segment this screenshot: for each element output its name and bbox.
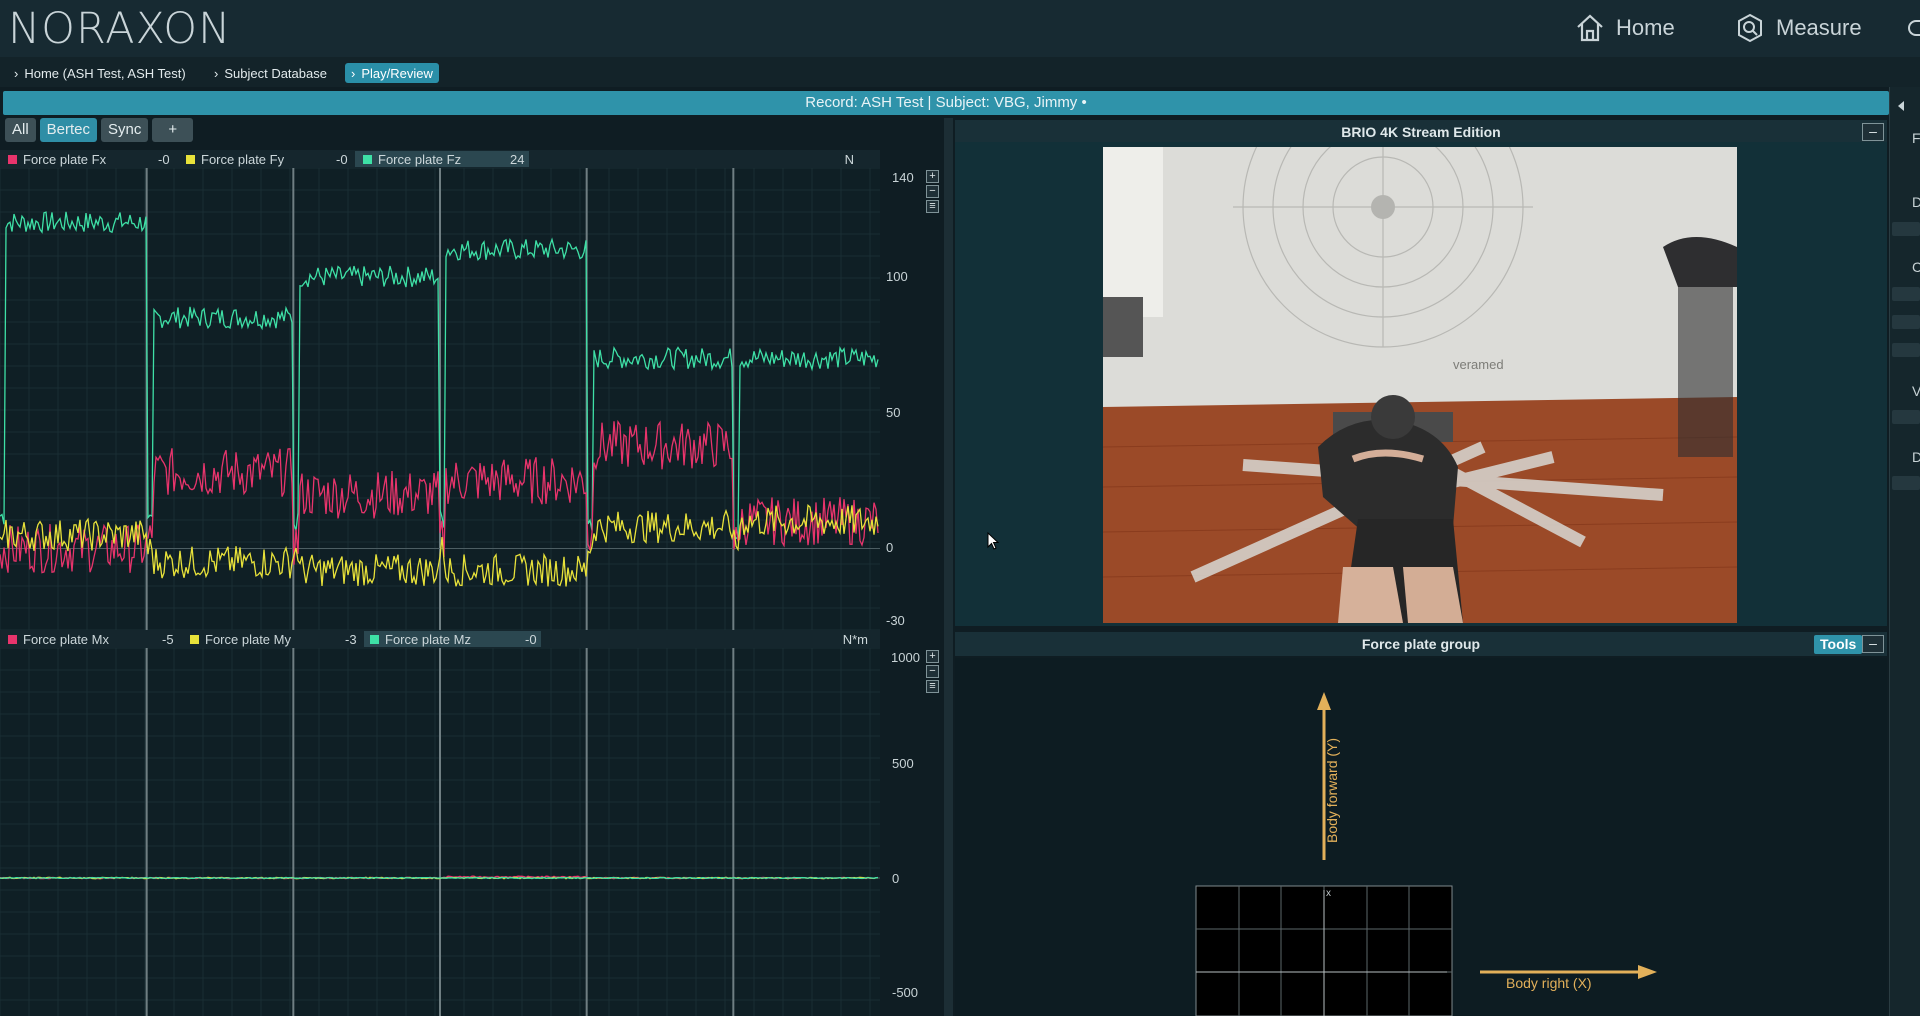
collapse-arrow-icon[interactable] <box>1898 101 1904 111</box>
y-tick: 500 <box>892 756 914 771</box>
moment-y-axis: 1000 500 0 -500 <box>880 648 944 1016</box>
right-panel-field[interactable] <box>1892 287 1920 301</box>
zoom-fit-button[interactable]: ≡ <box>926 200 939 213</box>
all-button[interactable]: All <box>5 118 36 142</box>
legend-value-mx: -5 <box>162 632 174 647</box>
breadcrumb-subject-database[interactable]: › Subject Database <box>208 63 333 83</box>
minimize-button[interactable]: – <box>1862 123 1884 141</box>
bertec-button[interactable]: Bertec <box>39 118 98 142</box>
add-tab-button[interactable]: + <box>152 118 194 142</box>
sync-button[interactable]: Sync <box>101 118 149 142</box>
nav-home-label: Home <box>1616 15 1675 40</box>
chevron-right-icon: › <box>14 65 19 81</box>
right-panel-label: D <box>1912 449 1920 465</box>
right-panel-field[interactable] <box>1892 476 1920 490</box>
breadcrumb-play-review[interactable]: › Play/Review <box>345 63 439 83</box>
panel-splitter[interactable] <box>944 118 953 1016</box>
y-tick: 0 <box>892 871 900 886</box>
forceplate-grid: x <box>1195 885 1453 1016</box>
y-tick: -30 <box>886 613 905 628</box>
legend-value-fz: 24 <box>510 152 525 167</box>
breadcrumb: › Home (ASH Test, ASH Test) › Subject Data… <box>0 57 1920 87</box>
legend-value-fx: -0 <box>158 152 170 167</box>
mouse-cursor-icon <box>987 532 999 550</box>
y-tick: 50 <box>886 405 901 420</box>
legend-value-mz: -0 <box>525 632 537 647</box>
chevron-right-icon: › <box>351 65 356 81</box>
force-unit: N <box>844 152 854 167</box>
moment-plot-area[interactable] <box>0 648 880 1016</box>
right-side-panel: F D C V D <box>1889 87 1920 1016</box>
video-frame[interactable]: veramed <box>1103 147 1737 623</box>
legend-swatch <box>370 635 379 644</box>
y-tick: -500 <box>892 985 919 1000</box>
forceplate-diagram: Body forward (Y) Body right (X) x <box>1195 692 1657 1016</box>
channel-toolbar: All Bertec Sync + <box>0 118 194 146</box>
legend-swatch <box>186 155 195 164</box>
right-panel-label: F <box>1912 130 1920 146</box>
noraxon-logo: NORAXON <box>8 4 232 54</box>
minimize-button[interactable]: – <box>1862 635 1884 653</box>
y-tick: 0 <box>886 540 894 555</box>
record-title-bar: Record: ASH Test | Subject: VBG, Jimmy • <box>3 91 1889 115</box>
force-plot-area[interactable] <box>0 168 880 630</box>
axis-y-label: Body forward (Y) <box>1324 738 1340 843</box>
legend-value-my: -3 <box>345 632 357 647</box>
y-tick: 1000 <box>891 650 920 665</box>
legend-item-mz[interactable]: Force plate Mz <box>370 632 471 647</box>
legend-value-fy: -0 <box>336 152 348 167</box>
legend-item-fy[interactable]: Force plate Fy <box>186 152 284 167</box>
camera-frame-image: veramed <box>1103 147 1737 623</box>
right-panel-field[interactable] <box>1892 410 1920 424</box>
legend-swatch <box>8 155 17 164</box>
legend-item-fx[interactable]: Force plate Fx <box>8 152 106 167</box>
forceplate-panel-header: Force plate group <box>955 632 1887 656</box>
zoom-in-button[interactable]: + <box>926 170 939 183</box>
nav-measure[interactable]: Measure <box>1734 10 1862 46</box>
legend-swatch <box>8 635 17 644</box>
right-panel-field[interactable] <box>1892 222 1920 236</box>
forceplate-panel-title: Force plate group <box>1361 636 1481 652</box>
home-icon <box>1577 14 1603 42</box>
video-panel-header: BRIO 4K Stream Edition <box>955 120 1887 144</box>
zoom-out-button[interactable]: − <box>926 185 939 198</box>
right-panel-label: C <box>1912 259 1920 275</box>
video-panel-title: BRIO 4K Stream Edition <box>1341 124 1501 140</box>
tools-button[interactable]: Tools <box>1814 635 1863 654</box>
y-tick: 140 <box>892 170 914 185</box>
legend-swatch <box>363 155 372 164</box>
moment-unit: N*m <box>842 632 868 647</box>
more-nav-icon[interactable] <box>1908 20 1920 36</box>
right-panel-field[interactable] <box>1892 343 1920 357</box>
zoom-in-button[interactable]: + <box>926 650 939 663</box>
top-bar: NORAXON Home Measure <box>0 0 1920 57</box>
axis-x-label: Body right (X) <box>1506 975 1592 991</box>
zoom-fit-button[interactable]: ≡ <box>926 680 939 693</box>
y-tick: 100 <box>886 269 908 284</box>
mini-axis-label: x <box>1326 888 1331 899</box>
legend-item-fz[interactable]: Force plate Fz <box>363 152 461 167</box>
wall-logo: veramed <box>1453 357 1504 372</box>
chevron-right-icon: › <box>214 65 219 81</box>
nav-home[interactable]: Home <box>1574 10 1675 46</box>
nav-measure-label: Measure <box>1776 15 1862 40</box>
moment-chart-legend: Force plate Mx -5 Force plate My -3 Forc… <box>0 630 880 648</box>
legend-item-my[interactable]: Force plate My <box>190 632 291 647</box>
legend-item-mx[interactable]: Force plate Mx <box>8 632 109 647</box>
right-panel-label: V <box>1912 383 1920 399</box>
zoom-out-button[interactable]: − <box>926 665 939 678</box>
right-panel-field[interactable] <box>1892 315 1920 329</box>
force-chart-legend: Force plate Fx -0 Force plate Fy -0 Forc… <box>0 150 880 168</box>
measure-icon <box>1738 13 1762 43</box>
legend-swatch <box>190 635 199 644</box>
force-y-axis: 140 100 50 0 -30 <box>880 168 944 630</box>
right-panel-label: D <box>1912 194 1920 210</box>
breadcrumb-home[interactable]: › Home (ASH Test, ASH Test) <box>8 63 192 83</box>
